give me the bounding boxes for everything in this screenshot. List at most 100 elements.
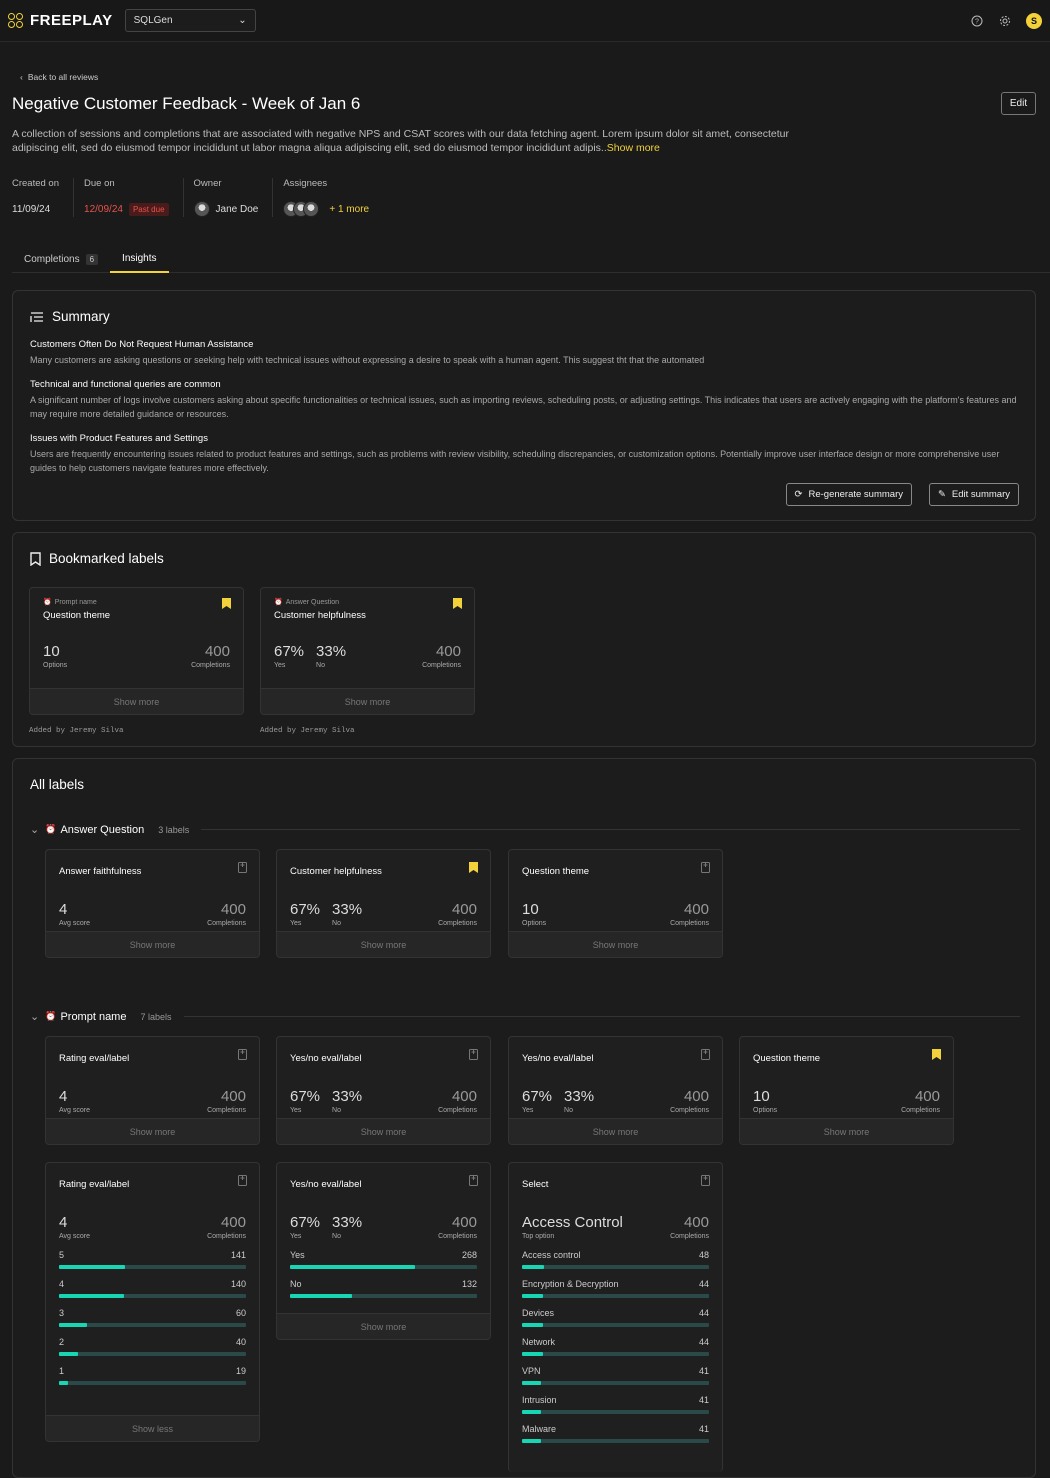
bar-row: Yes 268 xyxy=(277,1250,490,1269)
bar-count: 44 xyxy=(698,1337,709,1347)
card-title: Question theme xyxy=(43,610,111,621)
bar-fill xyxy=(59,1323,88,1327)
show-more-link[interactable]: Show more xyxy=(607,142,660,154)
logo[interactable]: FREEPLAY xyxy=(8,12,113,29)
show-more-button[interactable]: Show more xyxy=(509,931,722,957)
owner-label: Owner xyxy=(193,178,222,189)
bookmark-filled-icon[interactable] xyxy=(453,598,462,609)
stat: Access Control Top option xyxy=(522,1214,623,1240)
tab-completions[interactable]: Completions 6 xyxy=(12,245,110,273)
edit-summary-button[interactable]: ✎ Edit summary xyxy=(928,483,1019,506)
bookmark-outline-icon[interactable] xyxy=(701,862,710,873)
bar-track xyxy=(290,1294,477,1298)
label-card: Question theme 10 Options 400 Completions Sho… xyxy=(739,1036,954,1145)
regenerate-summary-button[interactable]: ⟳ Re-generate summary xyxy=(785,483,912,506)
back-link[interactable]: ‹ Back to all reviews xyxy=(20,72,98,82)
stat-value: 67% xyxy=(522,1088,553,1105)
label-card: Rating eval/label 4 Avg score 400 Completion… xyxy=(45,1162,260,1442)
bar-fill xyxy=(59,1294,125,1298)
bookmark-outline-icon[interactable] xyxy=(238,862,247,873)
card-category-label: Answer Question xyxy=(285,598,340,606)
stat-value: 67% xyxy=(290,1214,321,1231)
app-name: FREEPLAY xyxy=(30,12,113,29)
bar-track xyxy=(59,1323,246,1327)
show-more-button[interactable]: Show more xyxy=(30,688,243,714)
show-more-button[interactable]: Show more xyxy=(261,688,474,714)
stat-value: 33% xyxy=(332,1214,363,1231)
bar-track xyxy=(522,1352,709,1356)
bar-label-row: No 132 xyxy=(290,1279,477,1289)
bar-count: 44 xyxy=(698,1308,709,1318)
stat-label: No xyxy=(332,1107,341,1114)
bookmark-outline-icon[interactable] xyxy=(701,1175,710,1186)
card-title: Question theme xyxy=(522,866,590,877)
bookmark-filled-icon[interactable] xyxy=(932,1049,941,1060)
card-header: Question theme xyxy=(740,1037,953,1064)
summary-text: Users are frequently encountering issues… xyxy=(30,449,1000,473)
assignee-avatars[interactable] xyxy=(283,201,320,217)
show-more-button[interactable]: Show more xyxy=(277,931,490,957)
stat: 67% Yes xyxy=(290,1088,320,1114)
alarm-icon: ⏰ xyxy=(45,1011,57,1021)
show-more-button[interactable]: Show more xyxy=(46,931,259,957)
stat-label: Avg score xyxy=(59,920,90,927)
card-stats: 67% Yes 33% No 400 Completions xyxy=(277,1088,490,1114)
button-label: Edit summary xyxy=(951,489,1010,500)
bar-fill xyxy=(522,1265,545,1269)
label-card: Yes/no eval/label 67% Yes 33% No 400 Completio… xyxy=(276,1162,491,1340)
label-card: Yes/no eval/label 67% Yes 33% No 400 Completio… xyxy=(276,1036,491,1145)
group-answer-question[interactable]: ⌄ ⏰ Answer Question 3 labels xyxy=(30,823,1020,836)
stat: 4 Avg score xyxy=(59,1088,90,1114)
bookmark-outline-icon[interactable] xyxy=(469,1175,478,1186)
bar-row: 4 140 xyxy=(46,1279,259,1298)
bar-fill xyxy=(59,1352,78,1356)
summary-item: Issues with Product Features and Setting… xyxy=(30,433,1018,475)
stat: 33% No xyxy=(332,901,362,927)
stat: 67% Yes xyxy=(274,643,304,669)
stat: 4 Avg score xyxy=(59,1214,90,1240)
stat-value: 67% xyxy=(290,1088,321,1105)
project-select[interactable]: SQLGen ⌄ xyxy=(124,9,256,32)
show-more-button[interactable]: Show more xyxy=(740,1118,953,1144)
stat-value: 33% xyxy=(316,643,347,660)
bookmark-outline-icon[interactable] xyxy=(238,1175,247,1186)
assignees-more[interactable]: + 1 more xyxy=(329,204,369,215)
bookmark-filled-icon[interactable] xyxy=(469,862,478,873)
stat-label: Options xyxy=(43,662,68,669)
bar-fill xyxy=(522,1294,543,1298)
help-icon[interactable]: ? xyxy=(970,14,984,28)
stat-label: Options xyxy=(753,1107,778,1114)
card-header: Yes/no eval/label xyxy=(277,1163,490,1190)
tab-insights[interactable]: Insights xyxy=(110,245,169,273)
description-text: A collection of sessions and completions… xyxy=(12,128,790,154)
stat-value: 4 xyxy=(59,1214,68,1231)
stat-total: 400 Completions xyxy=(438,1214,477,1240)
bar-track xyxy=(522,1323,709,1327)
user-avatar[interactable]: S xyxy=(1026,12,1042,29)
bookmark-outline-icon[interactable] xyxy=(469,1049,478,1060)
gear-icon[interactable] xyxy=(998,14,1012,28)
show-more-button[interactable]: Show more xyxy=(277,1313,490,1339)
stat-label: No xyxy=(316,662,325,669)
edit-button[interactable]: Edit xyxy=(1001,92,1036,115)
show-more-button[interactable]: Show more xyxy=(46,1118,259,1144)
chevron-down-icon: ⌄ xyxy=(238,15,247,26)
bookmark-outline-icon[interactable] xyxy=(238,1049,247,1060)
card-stats: 4 Avg score 400 Completions xyxy=(46,1088,259,1114)
stat: 10 Options xyxy=(522,901,546,927)
show-more-button[interactable]: Show more xyxy=(509,1118,722,1144)
tab-count: 6 xyxy=(85,253,99,265)
stat-total: 400 Completions xyxy=(207,1088,246,1114)
card-header: Answer faithfulness xyxy=(46,850,259,877)
show-more-button[interactable]: Show more xyxy=(277,1118,490,1144)
stat: 33% No xyxy=(564,1088,594,1114)
stat: 67% Yes xyxy=(290,901,320,927)
bookmark-filled-icon[interactable] xyxy=(222,598,231,609)
bar-count: 40 xyxy=(235,1337,246,1347)
show-more-button[interactable]: Show less xyxy=(46,1415,259,1441)
bookmark-outline-icon[interactable] xyxy=(701,1049,710,1060)
pencil-icon: ✎ xyxy=(937,489,946,500)
label-card: Select Access Control Top option 400 Complet… xyxy=(508,1162,723,1472)
group-prompt-name[interactable]: ⌄ ⏰ Prompt name 7 labels xyxy=(30,1010,1020,1023)
avatar xyxy=(303,201,320,217)
